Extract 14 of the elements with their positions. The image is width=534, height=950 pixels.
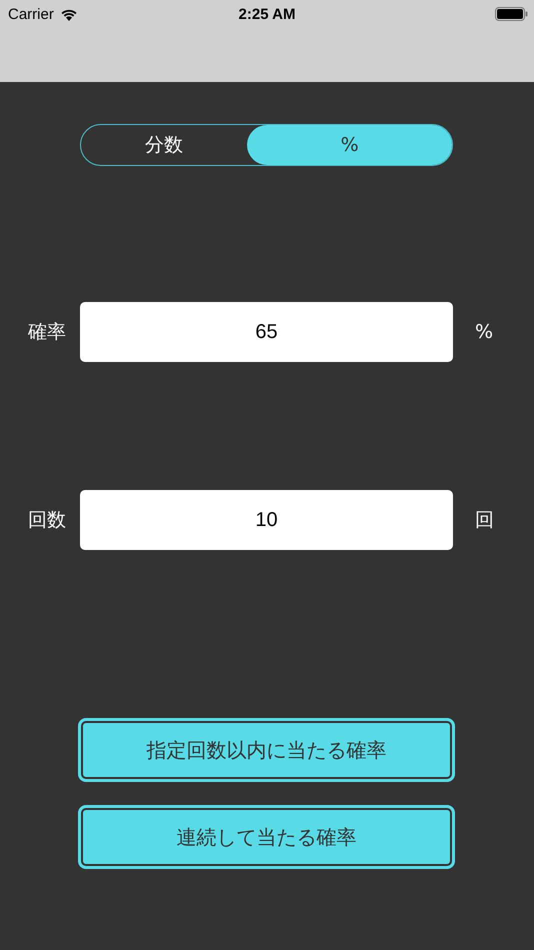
mode-tab[interactable]: %: [247, 125, 452, 165]
carrier-label: Carrier: [8, 6, 54, 22]
unit-label: 回: [475, 508, 494, 533]
clock-time: 2:25 AM: [238, 6, 296, 22]
input-field[interactable]: 65: [80, 302, 453, 362]
field-label: 回数: [27, 508, 67, 533]
mode-tab[interactable]: 分数: [81, 125, 248, 165]
field-label: 確率: [27, 320, 67, 345]
unit-label: %: [475, 321, 494, 343]
calculate-button[interactable]: 連続して当たる確率: [80, 807, 453, 867]
battery-icon: [495, 7, 528, 21]
wifi-icon: [60, 8, 78, 20]
calculate-button[interactable]: 指定回数以内に当たる確率: [80, 720, 453, 780]
input-field[interactable]: 10: [80, 490, 453, 550]
